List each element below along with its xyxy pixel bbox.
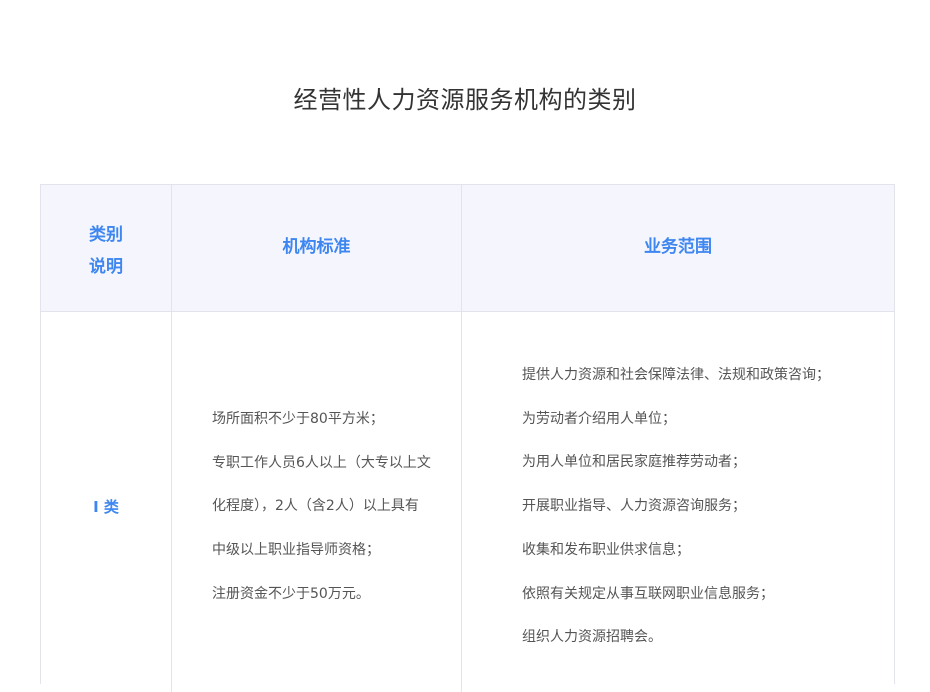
- table-header-row: 类别 说明 机构标准 业务范围: [41, 185, 894, 312]
- header-standard-label: 机构标准: [282, 237, 351, 257]
- scope-line: 依照有关规定从事互联网职业信息服务；: [522, 585, 774, 602]
- header-cell-scope: 业务范围: [462, 185, 894, 311]
- category-cell: I 类: [41, 312, 172, 692]
- page-title: 经营性人力资源服务机构的类别: [293, 86, 637, 114]
- standard-list: 场所面积不少于80平方米； 专职工作人员6人以上（大专以上文 化程度），2人（含…: [212, 398, 442, 617]
- scope-line: 组织人力资源招聘会。: [522, 629, 662, 646]
- header-scope-label: 业务范围: [644, 237, 712, 257]
- standard-line: 专职工作人员6人以上（大专以上文: [212, 454, 431, 471]
- standard-line: 注册资金不少于50万元。: [212, 585, 370, 602]
- standard-line: 场所面积不少于80平方米；: [212, 411, 384, 427]
- scope-cell: 提供人力资源和社会保障法律、法规和政策咨询； 为劳动者介绍用人单位； 为用人单位…: [462, 312, 894, 692]
- header-category-line2: 说明: [89, 257, 123, 277]
- header-cell-category: 类别 说明: [41, 185, 172, 311]
- header-cell-standard: 机构标准: [172, 185, 462, 311]
- category-table: 类别 说明 机构标准 业务范围 I 类 场所面积不少于80平方米； 专职工作人员…: [40, 184, 895, 692]
- scope-list: 提供人力资源和社会保障法律、法规和政策咨询； 为劳动者介绍用人单位； 为用人单位…: [522, 354, 882, 660]
- standard-line: 中级以上职业指导师资格；: [212, 542, 380, 559]
- standard-line: 化程度），2人（含2人）以上具有: [212, 498, 419, 515]
- scope-line: 提供人力资源和社会保障法律、法规和政策咨询；: [522, 367, 830, 383]
- scope-line: 为劳动者介绍用人单位；: [522, 410, 676, 427]
- scope-line: 开展职业指导、人力资源咨询服务；: [522, 498, 746, 515]
- category-label: I 类: [93, 498, 119, 516]
- scope-line: 收集和发布职业供求信息；: [522, 541, 690, 558]
- scope-line: 为用人单位和居民家庭推荐劳动者；: [522, 454, 746, 471]
- table-row: I 类 场所面积不少于80平方米； 专职工作人员6人以上（大专以上文 化程度），…: [41, 312, 894, 692]
- header-category-line1: 类别: [89, 225, 123, 245]
- standard-cell: 场所面积不少于80平方米； 专职工作人员6人以上（大专以上文 化程度），2人（含…: [172, 312, 462, 692]
- header-category-label: 类别 说明: [41, 219, 171, 283]
